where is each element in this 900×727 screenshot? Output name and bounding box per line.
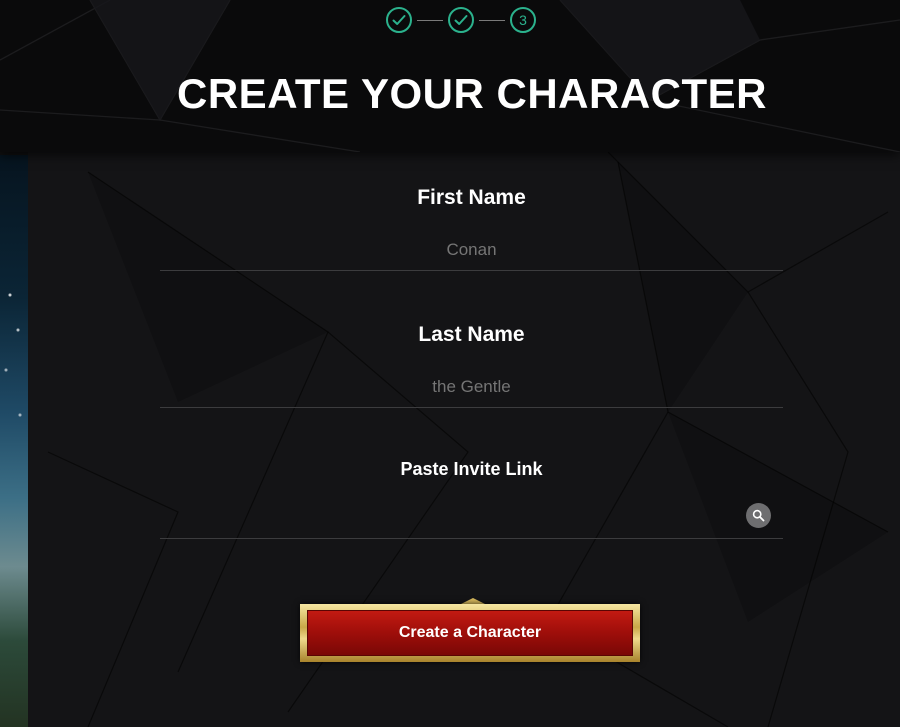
page-title: CREATE YOUR CHARACTER: [177, 70, 767, 117]
step-number: 3: [519, 12, 527, 28]
search-icon: [752, 509, 765, 522]
last-name-input[interactable]: [160, 367, 783, 408]
last-name-label: Last Name: [418, 323, 525, 346]
invite-link-input[interactable]: [160, 498, 783, 539]
background-artwork: [0, 155, 28, 727]
progress-stepper: 3: [386, 7, 536, 33]
step-3-current: 3: [510, 7, 536, 33]
check-icon: [454, 15, 468, 25]
create-character-button[interactable]: Create a Character: [307, 610, 633, 656]
create-character-button-wrap: Create a Character: [296, 598, 650, 668]
invite-link-label: Paste Invite Link: [400, 459, 543, 479]
first-name-input[interactable]: [160, 230, 783, 271]
create-character-page: 3 CREATE YOUR CHARACTER First Name Last …: [0, 0, 900, 727]
first-name-label: First Name: [417, 186, 526, 209]
invite-search-button[interactable]: [746, 503, 771, 528]
step-connector: [417, 19, 443, 21]
step-1-complete: [386, 7, 412, 33]
step-connector: [479, 19, 505, 21]
check-icon: [392, 15, 406, 25]
header-band: 3 CREATE YOUR CHARACTER: [0, 0, 900, 152]
step-2-complete: [448, 7, 474, 33]
